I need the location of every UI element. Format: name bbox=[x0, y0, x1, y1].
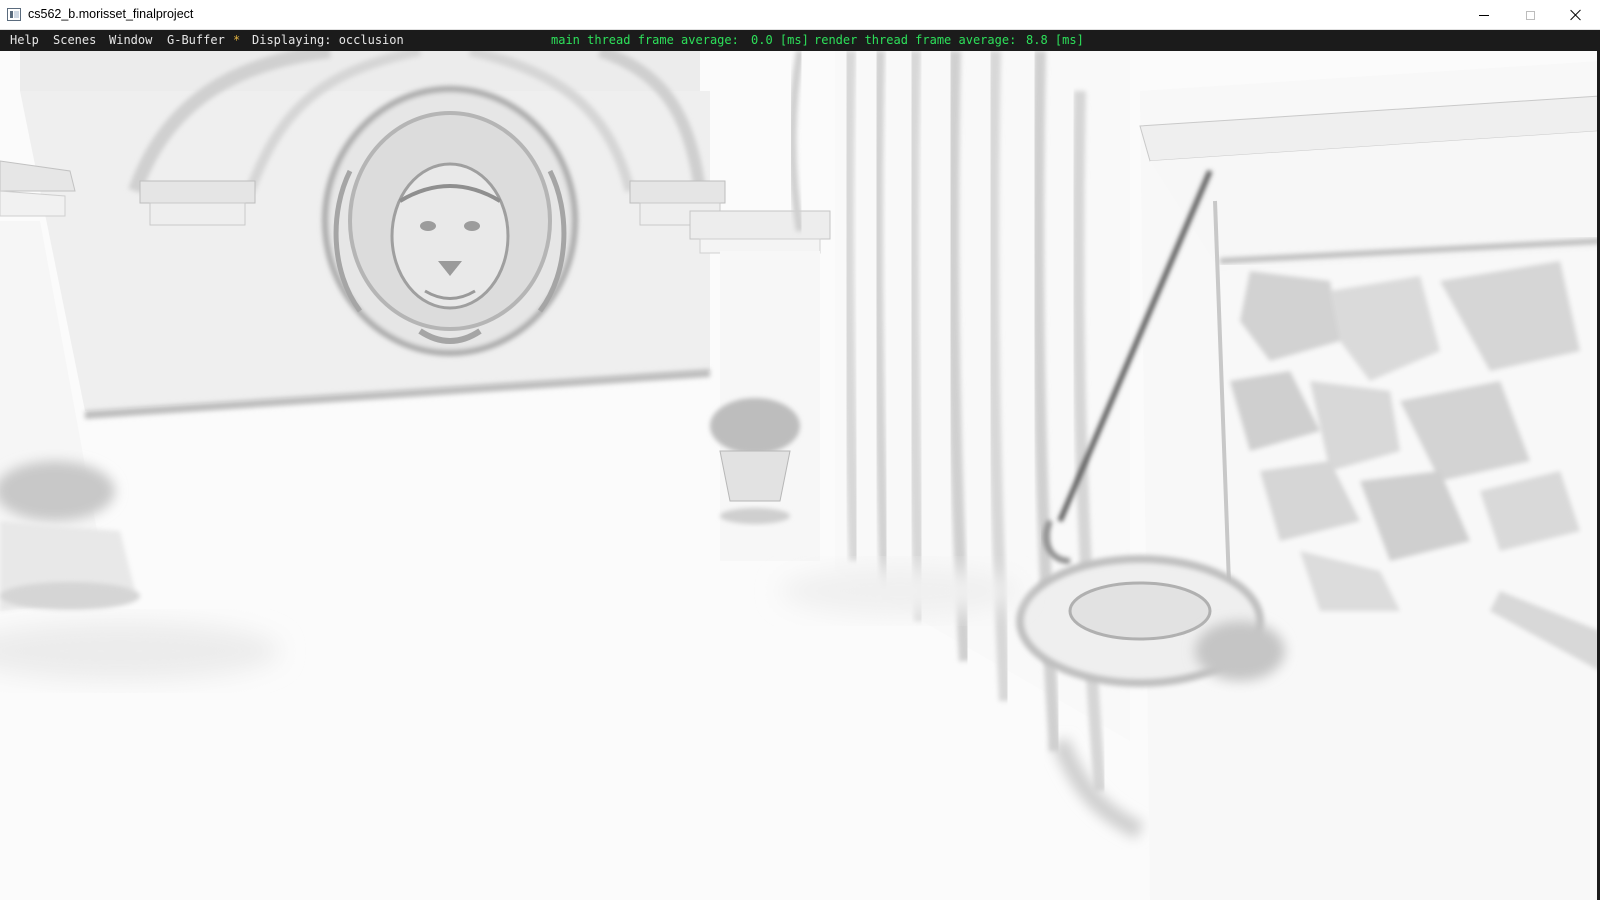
title-bar[interactable]: cs562_b.morisset_finalproject bbox=[0, 0, 1600, 30]
menu-window[interactable]: Window bbox=[109, 33, 152, 47]
minimize-icon bbox=[1479, 14, 1489, 16]
close-icon bbox=[1570, 9, 1582, 21]
display-mode-label: Displaying: occlusion bbox=[252, 33, 404, 47]
app-window: cs562_b.morisset_finalproject Help Scene… bbox=[0, 0, 1600, 900]
render-thread-value: 8.8 [ms] bbox=[1026, 33, 1084, 47]
lion-crest-relief bbox=[322, 86, 578, 356]
menu-separator: * bbox=[233, 33, 241, 47]
maximize-icon bbox=[1525, 10, 1535, 20]
menu-scenes[interactable]: Scenes bbox=[53, 33, 96, 47]
window-title: cs562_b.morisset_finalproject bbox=[28, 7, 194, 21]
maximize-button[interactable] bbox=[1507, 0, 1553, 30]
render-thread-label: render thread frame average: bbox=[814, 33, 1017, 47]
menu-g-buffer[interactable]: G-Buffer bbox=[167, 33, 225, 47]
close-button[interactable] bbox=[1553, 0, 1599, 30]
menu-bar: Help Scenes Window G-Buffer * Displaying… bbox=[0, 30, 1600, 51]
main-thread-value: 0.0 [ms] bbox=[751, 33, 809, 47]
render-viewport[interactable] bbox=[0, 51, 1600, 900]
app-icon[interactable] bbox=[7, 8, 21, 21]
main-thread-label: main thread frame average: bbox=[551, 33, 739, 47]
minimize-button[interactable] bbox=[1461, 0, 1507, 30]
menu-help[interactable]: Help bbox=[10, 33, 39, 47]
